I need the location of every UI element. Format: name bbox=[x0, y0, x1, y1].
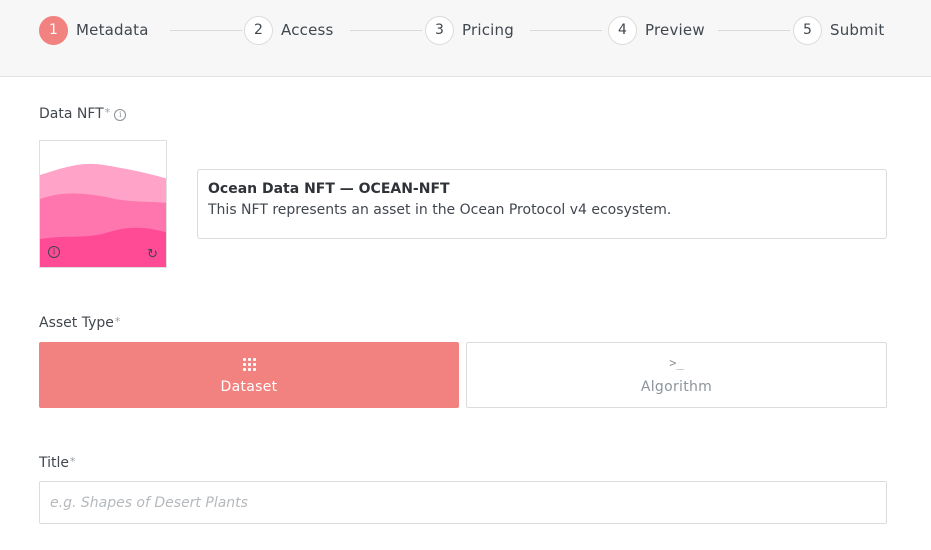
step-connector bbox=[350, 30, 422, 31]
required-mark: * bbox=[70, 455, 76, 468]
data-nft-label: Data NFT* i bbox=[39, 106, 127, 122]
grid-dots-icon bbox=[242, 356, 256, 374]
step-label: Metadata bbox=[76, 21, 149, 39]
nft-description: This NFT represents an asset in the Ocea… bbox=[208, 202, 672, 218]
stepper: 1 Metadata 2 Access 3 Pricing 4 Preview … bbox=[0, 0, 931, 77]
asset-type-algorithm-button[interactable]: >_ Algorithm bbox=[466, 342, 887, 408]
step-number: 2 bbox=[244, 15, 273, 45]
asset-type-label: Asset Type* bbox=[39, 315, 120, 331]
nft-image: i ↻ bbox=[39, 140, 167, 268]
step-number: 3 bbox=[425, 15, 454, 45]
info-icon[interactable]: i bbox=[114, 109, 127, 121]
asset-type-label: Dataset bbox=[220, 378, 278, 395]
step-connector bbox=[170, 30, 242, 31]
step-metadata[interactable]: 1 Metadata bbox=[39, 15, 149, 45]
nft-details-card: Ocean Data NFT — OCEAN-NFT This NFT repr… bbox=[197, 169, 887, 239]
step-preview[interactable]: 4 Preview bbox=[608, 15, 705, 45]
data-nft-label-text: Data NFT bbox=[39, 106, 104, 122]
asset-type-label-text: Asset Type bbox=[39, 315, 114, 331]
step-label: Submit bbox=[830, 21, 885, 39]
step-submit[interactable]: 5 Submit bbox=[793, 15, 884, 45]
step-access[interactable]: 2 Access bbox=[244, 15, 334, 45]
required-mark: * bbox=[104, 106, 111, 119]
asset-type-dataset-button[interactable]: Dataset bbox=[39, 342, 459, 408]
step-label: Preview bbox=[645, 21, 705, 39]
step-number: 5 bbox=[793, 15, 822, 45]
step-pricing[interactable]: 3 Pricing bbox=[425, 15, 514, 45]
step-label: Access bbox=[281, 21, 334, 39]
required-mark: * bbox=[114, 315, 121, 328]
step-connector bbox=[530, 30, 602, 31]
refresh-icon[interactable]: ↻ bbox=[147, 247, 158, 262]
step-number: 1 bbox=[39, 15, 68, 45]
step-label: Pricing bbox=[462, 21, 514, 39]
asset-type-label: Algorithm bbox=[640, 378, 713, 395]
title-label: Title* bbox=[39, 455, 76, 471]
title-input[interactable] bbox=[39, 481, 887, 524]
step-connector bbox=[718, 30, 790, 31]
terminal-icon: >_ bbox=[669, 355, 684, 370]
nft-name: Ocean Data NFT — OCEAN-NFT bbox=[208, 181, 450, 197]
step-number: 4 bbox=[608, 15, 637, 45]
title-label-text: Title bbox=[39, 455, 70, 471]
info-icon[interactable]: i bbox=[48, 246, 60, 258]
